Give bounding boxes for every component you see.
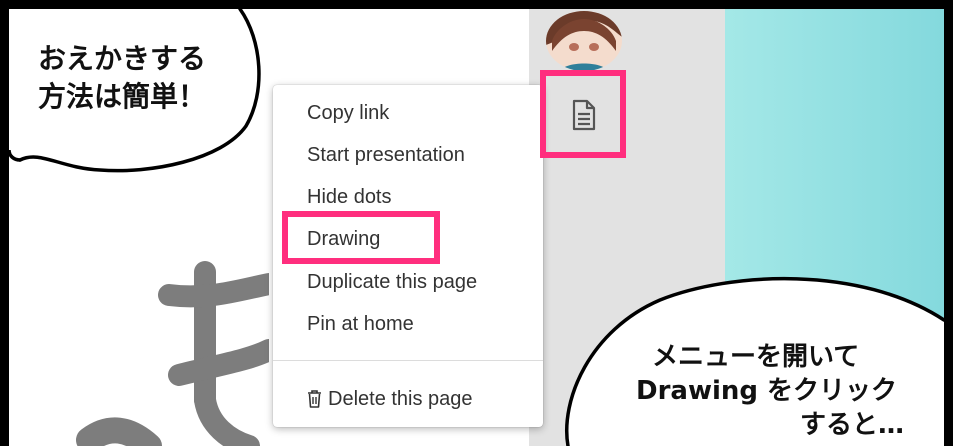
bubble-line: 方法は簡単！ xyxy=(38,80,207,113)
bubble-line: おえかきする xyxy=(38,42,207,75)
bubble-line: メニューを開いて xyxy=(652,342,860,372)
bubble-line: Drawing をクリック xyxy=(636,376,898,406)
bubble-text-top-left: おえかきする 方法は簡単！ xyxy=(38,40,206,116)
bubble-line: すると… xyxy=(800,410,905,440)
